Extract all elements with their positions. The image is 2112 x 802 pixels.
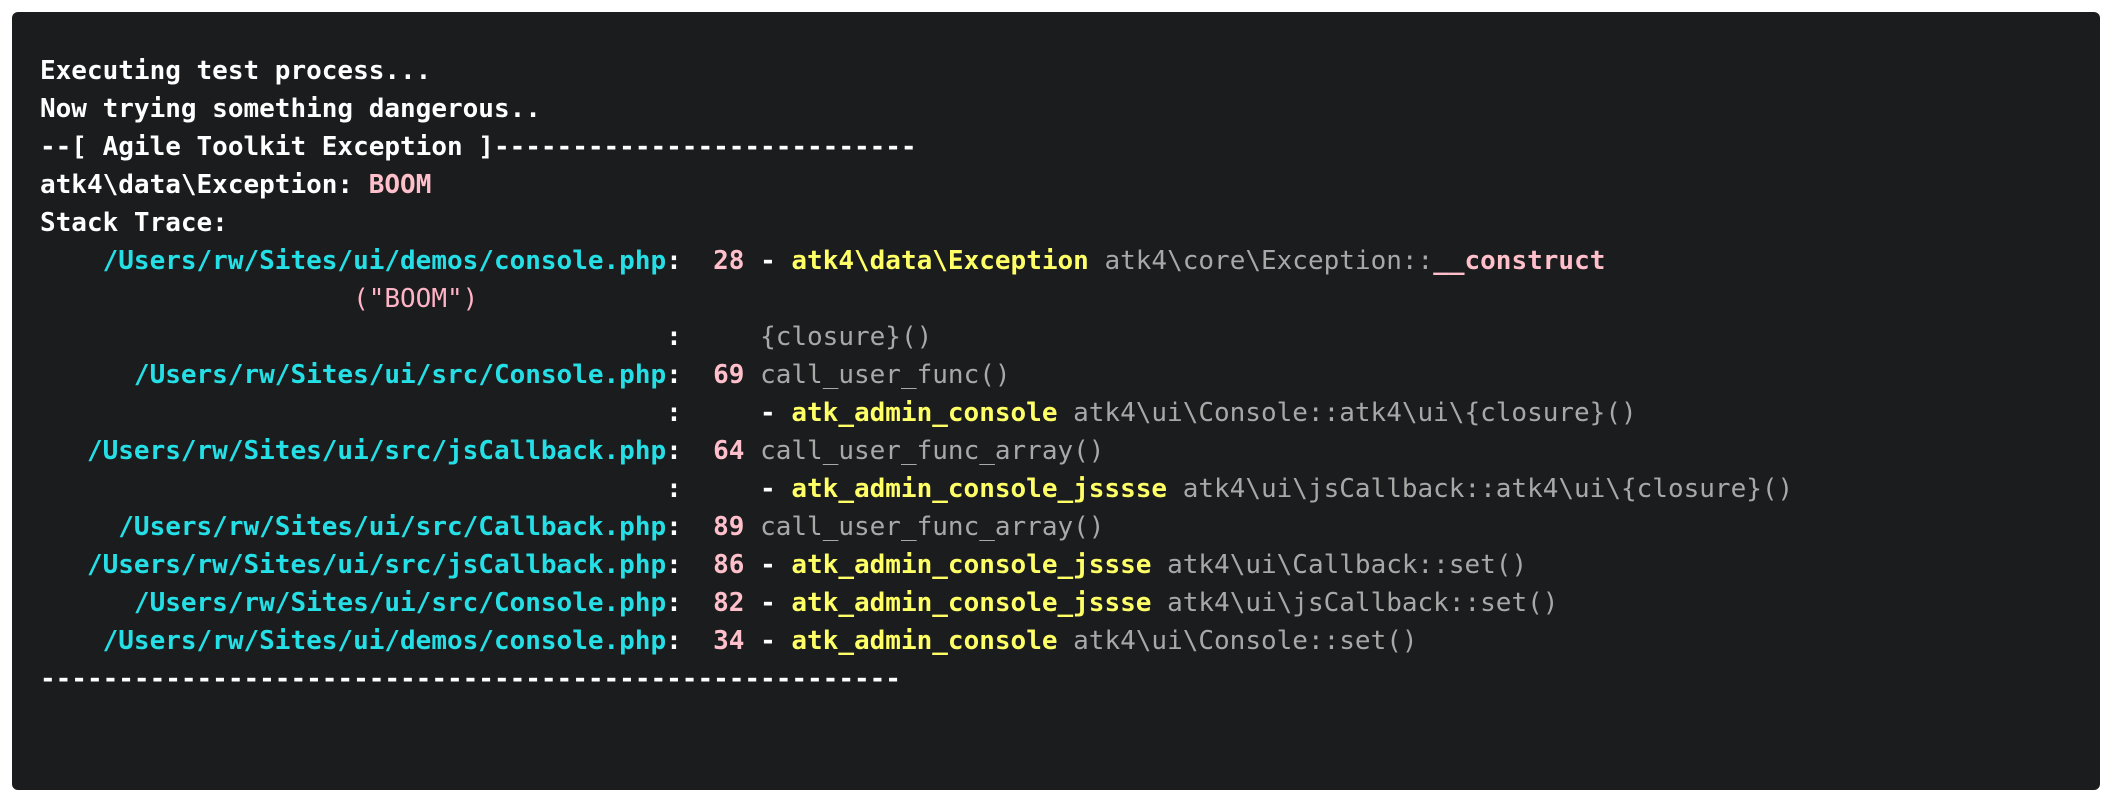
console-line: Stack Trace: bbox=[40, 204, 2100, 242]
console-line: /Users/rw/Sites/ui/src/Console.php: 69 c… bbox=[40, 356, 2100, 394]
console-text-segment: /Users/rw/Sites/ui/src/Console.php bbox=[40, 588, 667, 618]
console-text-segment: : bbox=[666, 550, 714, 580]
console-text-segment: /Users/rw/Sites/ui/src/jsCallback.php bbox=[40, 550, 667, 580]
console-text-segment: atk_admin_console_jsssse bbox=[791, 474, 1168, 504]
console-text-segment: : bbox=[666, 588, 714, 618]
console-line: Executing test process... bbox=[40, 52, 2100, 90]
console-text-segment: Executing test process... bbox=[40, 56, 432, 86]
console-text-segment: - bbox=[744, 246, 792, 276]
console-text-segment: ("BOOM") bbox=[40, 284, 479, 314]
console-text-segment: --[ Agile Toolkit Exception ]-----------… bbox=[40, 132, 917, 162]
console-line: ----------------------------------------… bbox=[40, 660, 2100, 698]
console-line: : {closure}() bbox=[40, 318, 2100, 356]
console-text-segment: atk4\ui\Console::atk4\ui\{closure}() bbox=[1057, 398, 1637, 428]
console-line: atk4\data\Exception: BOOM bbox=[40, 166, 2100, 204]
console-line: /Users/rw/Sites/ui/src/jsCallback.php: 6… bbox=[40, 432, 2100, 470]
console-text-segment: - bbox=[744, 588, 792, 618]
console-text-segment: : bbox=[666, 626, 714, 656]
console-output[interactable]: Executing test process... Now trying some… bbox=[12, 12, 2100, 790]
console-line: ("BOOM") bbox=[40, 280, 2100, 318]
console-text-segment: /Users/rw/Sites/ui/src/Callback.php bbox=[40, 512, 667, 542]
console-text-segment: atk_admin_console bbox=[791, 398, 1058, 428]
console-line: : - atk_admin_console atk4\ui\Console::a… bbox=[40, 394, 2100, 432]
console-text-segment: atk_admin_console_jssse bbox=[791, 550, 1152, 580]
console-text-segment: : bbox=[666, 512, 714, 542]
console-line: /Users/rw/Sites/ui/demos/console.php: 28… bbox=[40, 242, 2100, 280]
console-text-segment: atk_admin_console bbox=[791, 626, 1058, 656]
console-text-segment: : bbox=[666, 436, 714, 466]
console-text-segment: - bbox=[744, 550, 792, 580]
console-text-segment: : - bbox=[40, 398, 792, 428]
console-text-segment: 69 bbox=[713, 360, 745, 390]
console-text-segment: : bbox=[666, 360, 714, 390]
console-text-segment: /Users/rw/Sites/ui/src/Console.php bbox=[40, 360, 667, 390]
console-line: Now trying something dangerous.. bbox=[40, 90, 2100, 128]
console-text-segment: 34 bbox=[713, 626, 745, 656]
console-text-segment: : bbox=[40, 322, 761, 352]
console-text-segment: - bbox=[744, 626, 792, 656]
console-text-segment: atk_admin_console_jssse bbox=[791, 588, 1152, 618]
console-text-segment: atk4\ui\Console::set() bbox=[1057, 626, 1418, 656]
console-text-segment: call_user_func_array() bbox=[744, 436, 1105, 466]
console-text-segment: atk4\data\Exception bbox=[791, 246, 1089, 276]
console-text-segment: Stack Trace: bbox=[40, 208, 228, 238]
console-text-segment: ----------------------------------------… bbox=[40, 664, 901, 694]
console-text-segment: : bbox=[666, 246, 714, 276]
console-text-segment: {closure}() bbox=[760, 322, 933, 352]
console-text-segment: atk4\ui\jsCallback::atk4\ui\{closure}() bbox=[1167, 474, 1794, 504]
console-text-segment: atk4\ui\jsCallback::set() bbox=[1151, 588, 1559, 618]
console-text-segment: /Users/rw/Sites/ui/demos/console.php bbox=[40, 246, 667, 276]
console-line: /Users/rw/Sites/ui/demos/console.php: 34… bbox=[40, 622, 2100, 660]
console-text-segment: /Users/rw/Sites/ui/src/jsCallback.php bbox=[40, 436, 667, 466]
console-text-segment: atk4\ui\Callback::set() bbox=[1151, 550, 1528, 580]
console-text-segment: call_user_func_array() bbox=[744, 512, 1105, 542]
console-line: --[ Agile Toolkit Exception ]-----------… bbox=[40, 128, 2100, 166]
console-text-segment: /Users/rw/Sites/ui/demos/console.php bbox=[40, 626, 667, 656]
console-text-segment: 86 bbox=[713, 550, 745, 580]
console-text-segment: 89 bbox=[713, 512, 745, 542]
console-text-segment: : - bbox=[40, 474, 792, 504]
console-text-segment: BOOM bbox=[368, 170, 432, 200]
console-text-segment: atk4\data\Exception: bbox=[40, 170, 369, 200]
console-text-segment: call_user_func() bbox=[744, 360, 1011, 390]
console-text-segment: 28 bbox=[713, 246, 745, 276]
console-text-segment: atk4\core\Exception:: bbox=[1088, 246, 1434, 276]
console-line: : - atk_admin_console_jsssse atk4\ui\jsC… bbox=[40, 470, 2100, 508]
console-line: /Users/rw/Sites/ui/src/jsCallback.php: 8… bbox=[40, 546, 2100, 584]
console-text-segment: 64 bbox=[713, 436, 745, 466]
console-text-segment: 82 bbox=[713, 588, 745, 618]
console-text-segment: Now trying something dangerous.. bbox=[40, 94, 541, 124]
console-line: /Users/rw/Sites/ui/src/Callback.php: 89 … bbox=[40, 508, 2100, 546]
console-line: /Users/rw/Sites/ui/src/Console.php: 82 -… bbox=[40, 584, 2100, 622]
console-text-segment: __construct bbox=[1433, 246, 1606, 276]
